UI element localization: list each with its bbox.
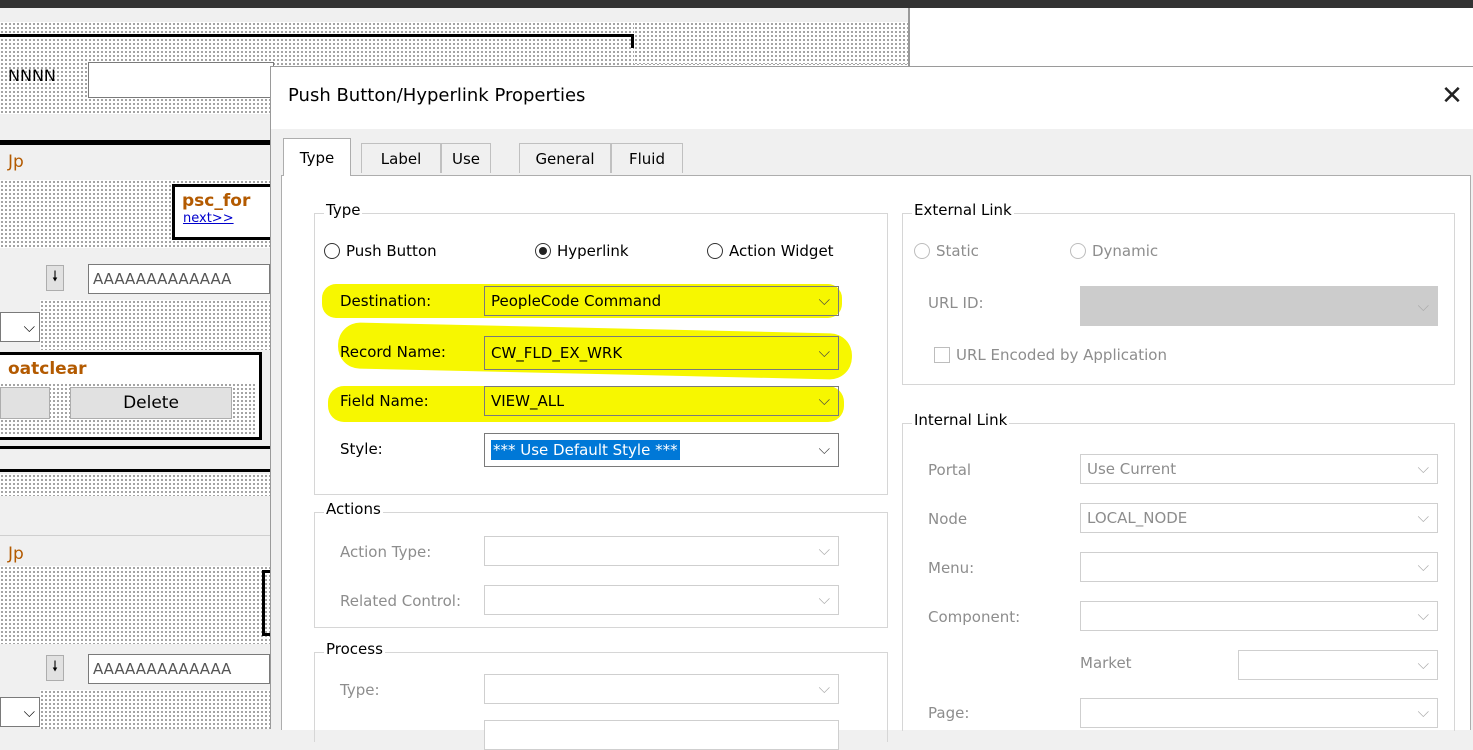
background-field-1[interactable]: AAAAAAAAAAAAA bbox=[88, 264, 270, 294]
page-label: Page: bbox=[928, 704, 970, 722]
action-type-dropdown[interactable]: ⌵ bbox=[484, 536, 839, 566]
type-group-title: Type bbox=[324, 201, 363, 219]
chevron-down-icon: ⌵ bbox=[1417, 508, 1429, 526]
related-control-label: Related Control: bbox=[340, 592, 462, 610]
dialog-titlebar: Push Button/Hyperlink Properties ✕ bbox=[271, 67, 1473, 129]
chevron-down-icon: ⌵ bbox=[1417, 655, 1429, 673]
chevron-down-icon: ⌵ bbox=[818, 391, 830, 409]
destination-dropdown[interactable]: PeopleCode Command ⌵ bbox=[484, 286, 839, 316]
actions-group-title: Actions bbox=[324, 500, 383, 518]
group-box-border bbox=[0, 34, 634, 48]
radio-circle-icon bbox=[1070, 243, 1086, 259]
tab-panel-type: Type Push Button Hyperlink Action Widget… bbox=[281, 175, 1471, 750]
process-group-title: Process bbox=[324, 640, 385, 658]
process-type-dropdown[interactable]: ⌵ bbox=[484, 674, 839, 704]
close-icon[interactable]: ✕ bbox=[1437, 79, 1467, 113]
node-dropdown[interactable]: LOCAL_NODE ⌵ bbox=[1080, 503, 1438, 533]
arrow-down-icon[interactable]: 🠗 bbox=[46, 655, 64, 681]
radio-action-widget[interactable]: Action Widget bbox=[707, 242, 834, 260]
psc-box: psc_for next>> bbox=[172, 184, 270, 240]
record-name-label: Record Name: bbox=[340, 343, 446, 361]
external-link-title: External Link bbox=[912, 201, 1014, 219]
action-type-label: Action Type: bbox=[340, 543, 432, 561]
chevron-down-icon: ⌵ bbox=[818, 440, 830, 458]
related-control-dropdown[interactable]: ⌵ bbox=[484, 585, 839, 615]
radio-dynamic[interactable]: Dynamic bbox=[1070, 242, 1158, 260]
chevron-down-icon: ⌵ bbox=[1417, 459, 1429, 477]
chevron-down-icon: ⌵ bbox=[1417, 297, 1429, 315]
chevron-down-icon: ⌵ bbox=[1417, 606, 1429, 624]
background-dropdown[interactable]: ⌵ bbox=[0, 697, 40, 727]
portal-label: Portal bbox=[928, 461, 972, 479]
chevron-down-icon: ⌵ bbox=[818, 343, 830, 361]
next-link[interactable]: next>> bbox=[183, 211, 234, 226]
radio-selected-icon bbox=[535, 243, 551, 259]
component-label: Component: bbox=[928, 608, 1021, 626]
internal-link-title: Internal Link bbox=[912, 411, 1010, 429]
style-label: Style: bbox=[340, 440, 383, 458]
section-label: Jp bbox=[8, 152, 24, 172]
radio-hyperlink[interactable]: Hyperlink bbox=[535, 242, 629, 260]
radio-circle-icon bbox=[324, 243, 340, 259]
tab-fluid[interactable]: Fluid bbox=[611, 143, 683, 173]
menu-dropdown[interactable]: ⌵ bbox=[1080, 552, 1438, 582]
top-border bbox=[0, 0, 1473, 8]
radio-push-button[interactable]: Push Button bbox=[324, 242, 437, 260]
floatclear-box: oatclear Delete bbox=[0, 352, 262, 440]
checkbox-icon bbox=[934, 347, 950, 363]
process-name-dropdown[interactable] bbox=[484, 720, 839, 750]
page-dropdown[interactable]: ⌵ bbox=[1080, 698, 1438, 728]
field-name-dropdown[interactable]: VIEW_ALL ⌵ bbox=[484, 386, 839, 416]
chevron-down-icon: ⌵ bbox=[818, 541, 830, 559]
record-name-dropdown[interactable]: CW_FLD_EX_WRK ⌵ bbox=[484, 336, 839, 370]
component-dropdown[interactable]: ⌵ bbox=[1080, 601, 1438, 631]
radio-circle-icon bbox=[707, 243, 723, 259]
background-edit-box[interactable] bbox=[88, 62, 274, 98]
radio-static[interactable]: Static bbox=[914, 242, 979, 260]
dialog-title: Push Button/Hyperlink Properties bbox=[288, 85, 586, 106]
market-label: Market bbox=[1080, 654, 1132, 672]
chevron-down-icon: ⌵ bbox=[818, 590, 830, 608]
style-dropdown[interactable]: *** Use Default Style *** ⌵ bbox=[484, 433, 839, 467]
tab-use[interactable]: Use bbox=[441, 143, 491, 173]
process-type-label: Type: bbox=[340, 681, 380, 699]
tab-type[interactable]: Type bbox=[283, 138, 351, 176]
node-label: Node bbox=[928, 510, 968, 528]
background-dropdown[interactable]: ⌵ bbox=[0, 312, 40, 342]
delete-button[interactable]: Delete bbox=[70, 387, 232, 419]
chevron-down-icon: ⌵ bbox=[818, 291, 830, 309]
chevron-down-icon: ⌵ bbox=[818, 679, 830, 697]
section-label: Jp bbox=[8, 544, 24, 564]
push-button-properties-dialog: Push Button/Hyperlink Properties ✕ Type … bbox=[270, 66, 1473, 750]
chevron-down-icon: ⌵ bbox=[1417, 557, 1429, 575]
url-encoded-checkbox[interactable]: URL Encoded by Application bbox=[934, 346, 1167, 364]
tab-general[interactable]: General bbox=[519, 143, 611, 173]
market-dropdown[interactable]: ⌵ bbox=[1238, 650, 1438, 680]
destination-label: Destination: bbox=[340, 292, 432, 310]
arrow-down-icon[interactable]: 🠗 bbox=[46, 265, 64, 291]
url-id-label: URL ID: bbox=[928, 294, 984, 312]
url-id-dropdown[interactable]: ⌵ bbox=[1080, 286, 1438, 326]
radio-circle-icon bbox=[914, 243, 930, 259]
tab-label[interactable]: Label bbox=[361, 143, 441, 173]
menu-label: Menu: bbox=[928, 559, 975, 577]
portal-dropdown[interactable]: Use Current ⌵ bbox=[1080, 454, 1438, 484]
background-field-2[interactable]: AAAAAAAAAAAAA bbox=[88, 654, 270, 684]
chevron-down-icon: ⌵ bbox=[1417, 703, 1429, 721]
tab-label-partial: NNNN bbox=[8, 66, 56, 85]
field-name-label: Field Name: bbox=[340, 392, 429, 410]
